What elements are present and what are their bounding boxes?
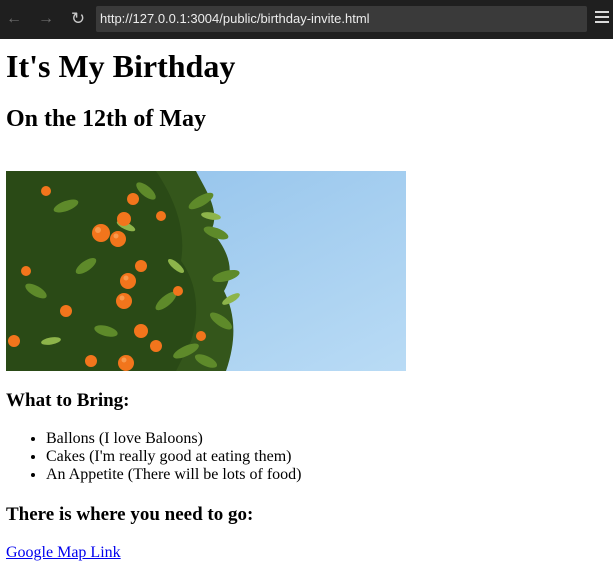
list-item: Cakes (I'm really good at eating them) [46,448,302,466]
page-title: It's My Birthday [6,48,236,84]
address-bar[interactable]: http://127.0.0.1:3004/public/birthday-in… [96,6,587,32]
list-item: Ballons (I love Baloons) [46,430,302,448]
hamburger-menu-icon[interactable] [595,11,609,25]
event-date: On the 12th of May [6,106,206,132]
browser-toolbar: ← → ↻ http://127.0.0.1:3004/public/birth… [0,0,613,39]
google-map-link[interactable]: Google Map Link [6,543,121,563]
forward-arrow-icon[interactable]: → [36,8,56,30]
reload-icon[interactable]: ↻ [68,8,88,30]
orange-tree-image [6,171,406,371]
bring-list: Ballons (I love Baloons) Cakes (I'm real… [6,430,302,484]
directions-heading: There is where you need to go: [6,504,254,525]
what-to-bring-heading: What to Bring: [6,390,130,411]
back-arrow-icon[interactable]: ← [4,8,24,30]
list-item: An Appetite (There will be lots of food) [46,466,302,484]
